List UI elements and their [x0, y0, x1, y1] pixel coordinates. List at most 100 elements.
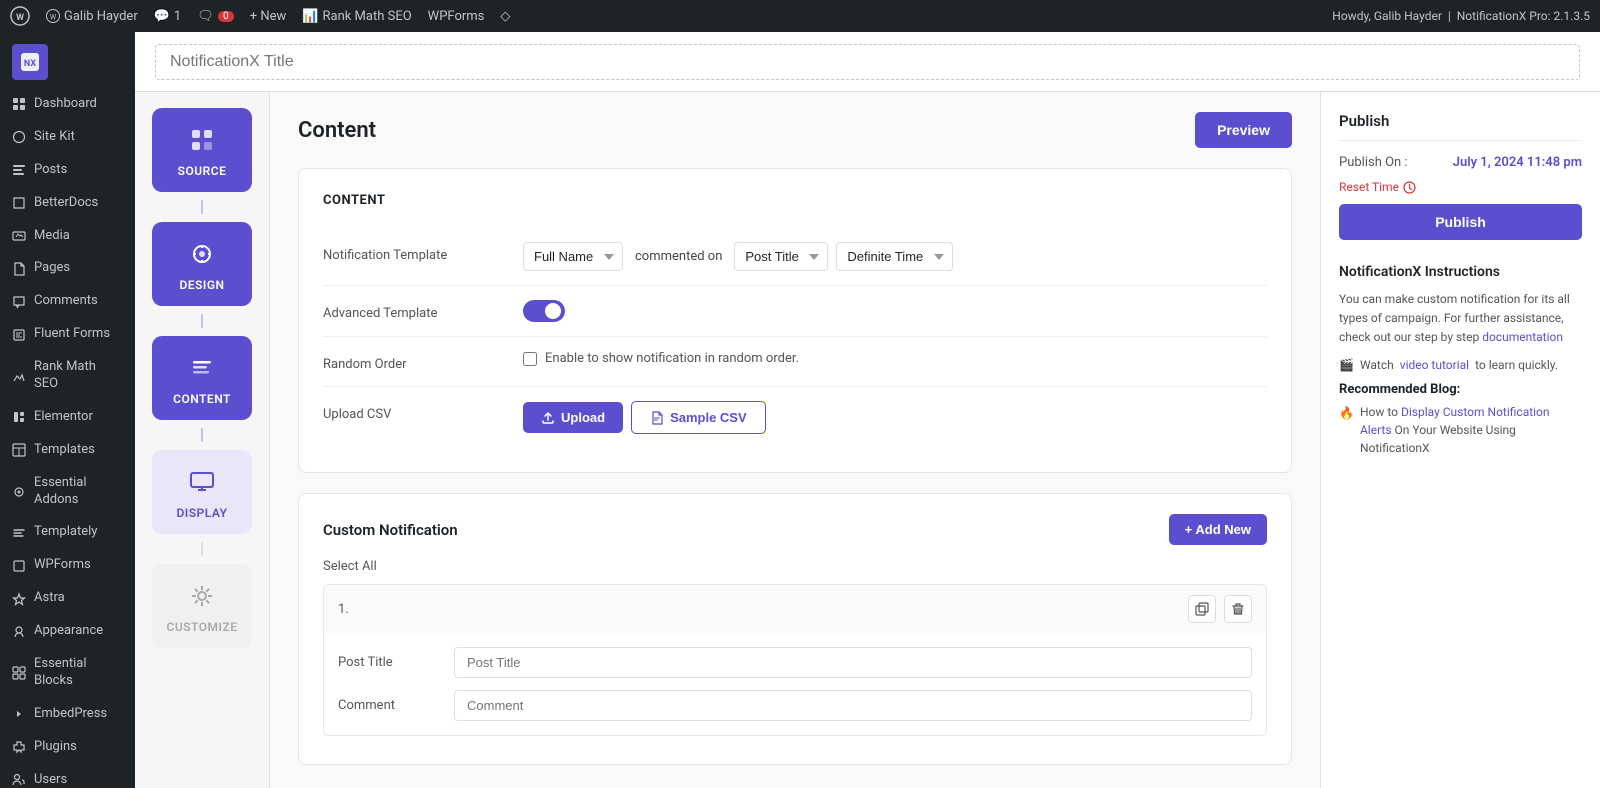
step-content[interactable]: CONTENT — [152, 336, 252, 420]
publish-section-title: Publish — [1339, 112, 1582, 141]
post-title-select[interactable]: Post Title — [734, 242, 828, 271]
content-section-title: CONTENT — [323, 193, 1267, 208]
wp-logo-button[interactable]: W — [10, 6, 30, 26]
sidebar-label-essential-blocks: Essential Blocks — [34, 656, 123, 690]
delete-icon[interactable] — [1224, 595, 1252, 623]
video-tutorial-link[interactable]: video tutorial — [1400, 358, 1469, 372]
wpforms-bar-item[interactable]: WPForms — [428, 9, 485, 24]
sidebar-item-templates[interactable]: Templates — [0, 434, 135, 467]
step-sidebar: SOURCE DESIGN — [135, 92, 270, 788]
instructions-title: NotificationX Instructions — [1339, 264, 1582, 280]
preview-button[interactable]: Preview — [1195, 112, 1292, 148]
copy-icon[interactable] — [1188, 595, 1216, 623]
right-panel: Publish Publish On : July 1, 2024 11:48 … — [1320, 92, 1600, 788]
step-connector-3 — [201, 428, 203, 442]
sidebar-label-pages: Pages — [34, 260, 70, 277]
custom-notification-title: Custom Notification — [323, 521, 458, 539]
sidebar-item-pages[interactable]: Pages — [0, 252, 135, 285]
publish-button[interactable]: Publish — [1339, 204, 1582, 240]
step-design[interactable]: DESIGN — [152, 222, 252, 306]
sidebar-label-templately: Templately — [34, 524, 97, 541]
sidebar-item-wpforms[interactable]: WPForms — [0, 549, 135, 582]
reset-time-icon — [1403, 181, 1416, 194]
definite-time-select[interactable]: Definite Time — [836, 242, 953, 271]
post-title-field-input[interactable] — [454, 647, 1252, 678]
sidebar-item-essential-blocks[interactable]: Essential Blocks — [0, 648, 135, 698]
publish-on-label: Publish On : — [1339, 155, 1453, 170]
select-all-label[interactable]: Select All — [323, 559, 1267, 574]
section-header: Content Preview — [298, 112, 1292, 148]
blog-fire-icon: 🔥 — [1339, 404, 1354, 422]
post-title-input[interactable] — [155, 44, 1580, 80]
advanced-template-label: Advanced Template — [323, 300, 503, 321]
comment-zero-item[interactable]: 🗨 0 — [197, 9, 234, 24]
sidebar-label-elementor: Elementor — [34, 409, 93, 426]
user-greeting: Howdy, Galib Hayder | NotificationX Pro:… — [1332, 9, 1590, 23]
step-source-label: SOURCE — [178, 164, 227, 178]
source-icon — [184, 122, 220, 158]
sidebar-item-betterdocs[interactable]: BetterDocs — [0, 187, 135, 220]
sidebar-item-dashboard[interactable]: Dashboard — [0, 88, 135, 121]
sidebar-label-users: Users — [34, 772, 67, 788]
sidebar-item-media[interactable]: Media — [0, 220, 135, 253]
sidebar-label-betterdocs: BetterDocs — [34, 195, 98, 212]
comment-field-input[interactable] — [454, 690, 1252, 721]
sidebar-item-sitekit[interactable]: Site Kit — [0, 121, 135, 154]
add-new-button[interactable]: + Add New — [1169, 514, 1267, 545]
sidebar-item-comments[interactable]: Comments — [0, 285, 135, 318]
comments-bar-item[interactable]: 💬 1 — [154, 9, 182, 24]
step-customize-label: CUSTOMIZE — [166, 620, 237, 634]
sidebar-label-wpforms: WPForms — [34, 557, 91, 574]
notification-item-header-1: 1. — [324, 585, 1266, 633]
step-display[interactable]: DISPLAY — [152, 450, 252, 534]
notification-fields-1: Post Title Comment — [324, 633, 1266, 735]
sidebar-item-users[interactable]: Users — [0, 764, 135, 788]
custom-notification-header: Custom Notification + Add New — [323, 514, 1267, 545]
upload-button[interactable]: Upload — [523, 402, 623, 433]
step-source[interactable]: SOURCE — [152, 108, 252, 192]
sidebar-label-templates: Templates — [34, 442, 95, 459]
full-name-select[interactable]: Full Name — [523, 242, 623, 271]
step-customize[interactable]: CUSTOMIZE — [152, 564, 252, 648]
random-order-checkbox[interactable] — [523, 352, 537, 366]
upload-icon — [541, 411, 555, 425]
step-display-label: DISPLAY — [176, 506, 227, 520]
content-section: CONTENT Notification Template Full Name … — [298, 168, 1292, 473]
site-name-bar-item[interactable]: W Galib Hayder — [46, 9, 138, 24]
new-bar-item[interactable]: + New — [250, 9, 287, 24]
sample-csv-button[interactable]: Sample CSV — [631, 401, 766, 434]
svg-text:W: W — [50, 14, 57, 22]
sidebar-item-rank-math-seo[interactable]: Rank Math SEO — [0, 351, 135, 401]
instructions-section: NotificationX Instructions You can make … — [1339, 264, 1582, 457]
reset-time-link[interactable]: Reset Time — [1339, 180, 1582, 194]
advanced-template-control — [523, 300, 1267, 322]
sidebar-item-astra[interactable]: Astra — [0, 582, 135, 615]
sidebar-label-dashboard: Dashboard — [34, 96, 97, 113]
sidebar-item-elementor[interactable]: Elementor — [0, 401, 135, 434]
sidebar-item-plugins[interactable]: Plugins — [0, 731, 135, 764]
notification-item-actions-1 — [1188, 595, 1252, 623]
post-title-field-label: Post Title — [338, 655, 438, 670]
sidebar-item-fluent-forms[interactable]: Fluent Forms — [0, 318, 135, 351]
advanced-template-toggle[interactable] — [523, 300, 565, 322]
sidebar-item-templately[interactable]: Templately — [0, 516, 135, 549]
notification-template-row: Notification Template Full Name commente… — [323, 228, 1267, 286]
design-icon — [184, 236, 220, 272]
diamond-bar-item[interactable]: ◇ — [500, 9, 510, 24]
sidebar-label-comments: Comments — [34, 293, 98, 310]
sidebar-item-posts[interactable]: Posts — [0, 154, 135, 187]
sidebar-item-appearance[interactable]: Appearance — [0, 615, 135, 648]
rank-math-bar-item[interactable]: 📊 Rank Math SEO — [302, 9, 411, 24]
sidebar-item-embedpress[interactable]: EmbedPress — [0, 698, 135, 731]
wp-sidebar: NX Dashboard Site Kit Posts BetterDocs M… — [0, 32, 135, 788]
svg-text:NX: NX — [24, 59, 36, 69]
publish-on-row: Publish On : July 1, 2024 11:48 pm — [1339, 155, 1582, 170]
random-order-checkbox-group: Enable to show notification in random or… — [523, 351, 799, 366]
sidebar-label-posts: Posts — [34, 162, 67, 179]
random-order-label: Random Order — [323, 351, 503, 372]
sidebar-item-essential-addons[interactable]: Essential Addons — [0, 467, 135, 517]
toggle-slider — [523, 300, 565, 322]
doc-link[interactable]: documentation — [1482, 330, 1563, 344]
notification-template-control: Full Name commented on Post Title Defini… — [523, 242, 1267, 271]
random-order-checkbox-label: Enable to show notification in random or… — [545, 351, 799, 366]
